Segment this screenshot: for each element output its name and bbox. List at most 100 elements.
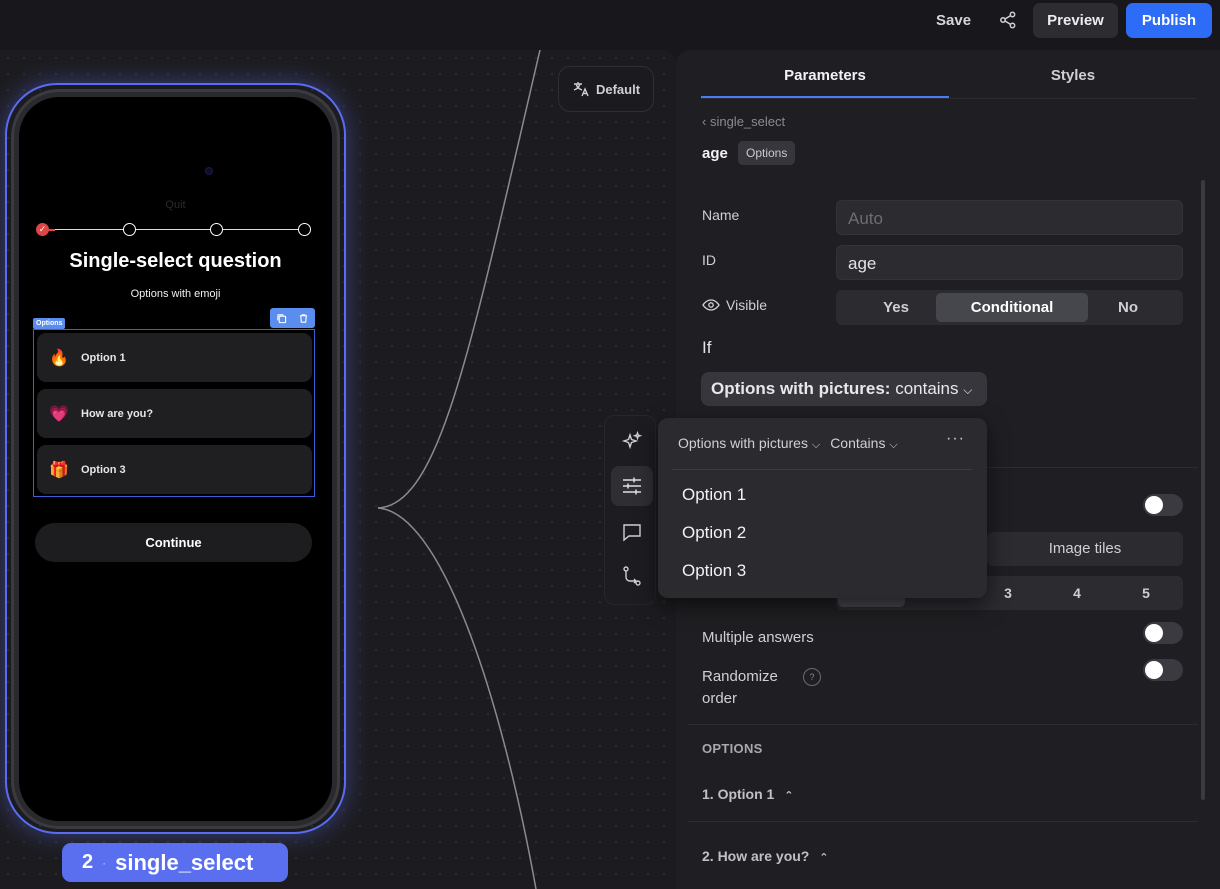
progress-step [210, 223, 223, 236]
randomize-toggle[interactable] [1143, 659, 1183, 681]
fire-icon: 🔥 [49, 349, 69, 367]
phone-screen[interactable]: Quit ✓ Single-select question Options wi… [19, 97, 332, 821]
multiple-answers-toggle[interactable] [1143, 622, 1183, 644]
chevron-down-icon: ⌵ [963, 383, 973, 397]
options-block[interactable]: 🔥 Option 1 💗 How are you? 🎁 Option 3 [33, 329, 315, 497]
progress-step [123, 223, 136, 236]
translate-icon [573, 82, 589, 97]
option-row[interactable]: 2. How are you? ⌃ [702, 848, 828, 864]
element-name: age [702, 145, 728, 162]
columns-3[interactable]: 3 [988, 576, 1028, 610]
progress-bar: ✓ [36, 222, 311, 238]
option-item[interactable]: 🎁 Option 3 [37, 445, 312, 494]
save-button[interactable]: Save [924, 8, 983, 34]
option-row-label: 2. How are you? [702, 848, 810, 864]
breadcrumb-label: single_select [709, 114, 786, 129]
question-subtitle[interactable]: Options with emoji [19, 288, 332, 300]
option-row-label: 1. Option 1 [702, 786, 775, 802]
language-label: Default [595, 81, 641, 97]
share-icon[interactable] [993, 6, 1023, 34]
section-divider [688, 724, 1198, 725]
id-input[interactable]: age [836, 245, 1183, 280]
visible-conditional[interactable]: Conditional [936, 293, 1088, 322]
columns-5[interactable]: 5 [1126, 576, 1166, 610]
popup-option-1[interactable]: Option 1 [682, 485, 746, 505]
option-item[interactable]: 🔥 Option 1 [37, 333, 312, 382]
continue-button[interactable]: Continue [35, 523, 312, 562]
publish-button[interactable]: Publish [1126, 3, 1212, 38]
gift-icon: 🎁 [49, 461, 69, 479]
columns-4[interactable]: 4 [1057, 576, 1097, 610]
node-name: single_select [115, 849, 254, 875]
panel-scrollbar[interactable] [1201, 180, 1205, 800]
tab-parameters[interactable]: Parameters [701, 64, 949, 98]
option-label: Option 3 [81, 463, 126, 476]
chevron-left-icon: ‹ [702, 114, 710, 129]
multiple-answers-label: Multiple answers [702, 629, 814, 646]
popup-operator-select[interactable]: Contains ⌵ [830, 435, 898, 452]
ai-sparkle-button[interactable] [611, 422, 653, 462]
question-title[interactable]: Single-select question [19, 250, 332, 273]
eye-icon [702, 299, 720, 311]
condition-chip[interactable]: Options with pictures: contains ⌵ [701, 372, 987, 406]
popup-option-3[interactable]: Option 3 [682, 561, 746, 581]
visible-segmented-control: Yes Conditional No [836, 290, 1183, 325]
condition-operator: contains [895, 379, 959, 398]
branch-icon [623, 566, 641, 586]
chevron-up-icon: ⌃ [819, 852, 829, 864]
element-type-badge: Options [738, 141, 796, 165]
if-label: If [702, 338, 712, 357]
top-bar: Save Preview Publish [0, 0, 1220, 50]
preview-button[interactable]: Preview [1033, 3, 1118, 38]
progress-step [298, 223, 311, 236]
display-image-tiles[interactable]: Image tiles [987, 532, 1183, 566]
chevron-down-icon: ⌵ [811, 439, 821, 451]
display-mode-control[interactable]: Image tiles [987, 532, 1183, 566]
name-label: Name [702, 207, 740, 223]
popup-operator-label: Contains [830, 435, 886, 451]
comment-button[interactable] [611, 512, 653, 552]
breadcrumb[interactable]: ‹ single_select [702, 114, 785, 129]
parameters-button[interactable] [611, 466, 653, 506]
element-side-toolbar [604, 415, 656, 605]
node-number: 2 [82, 851, 94, 873]
sparkle-icon [621, 431, 643, 450]
duplicate-icon[interactable] [276, 313, 287, 324]
hidden-setting-toggle[interactable] [1143, 494, 1183, 516]
visible-no[interactable]: No [1076, 293, 1180, 322]
chevron-up-icon: ⌃ [784, 790, 794, 802]
progress-line [50, 229, 308, 230]
option-label: Option 1 [81, 351, 126, 364]
sliders-icon [623, 477, 641, 495]
language-button[interactable]: Default [558, 66, 654, 112]
visible-label-row: Visible [702, 297, 767, 313]
condition-field: Options with pictures: [711, 379, 891, 398]
tab-divider [701, 98, 1197, 99]
visible-label: Visible [726, 297, 767, 313]
section-divider [688, 821, 1198, 822]
help-icon[interactable]: ? [803, 668, 821, 686]
trash-icon[interactable] [298, 313, 309, 324]
popup-option-2[interactable]: Option 2 [682, 523, 746, 543]
options-section-title: OPTIONS [702, 741, 763, 756]
popup-field-select[interactable]: Options with pictures ⌵ [678, 435, 820, 452]
screen-node-label[interactable]: 2 · single_select [62, 843, 288, 882]
node-separator: · [102, 855, 107, 870]
message-icon [623, 524, 641, 542]
popup-divider [672, 469, 972, 470]
progress-step-done: ✓ [36, 223, 49, 236]
tab-styles[interactable]: Styles [949, 64, 1197, 98]
popup-header: Options with pictures ⌵ Contains ⌵ [678, 435, 898, 452]
logic-button[interactable] [611, 556, 653, 596]
chevron-down-icon: ⌵ [889, 439, 898, 451]
camera-dot [205, 167, 213, 175]
option-row[interactable]: 1. Option 1 ⌃ [702, 786, 793, 802]
more-icon[interactable]: ··· [946, 430, 965, 448]
randomize-label: Randomize order [702, 668, 778, 707]
quit-link[interactable]: Quit [19, 199, 332, 211]
option-item[interactable]: 💗 How are you? [37, 389, 312, 438]
option-label: How are you? [81, 407, 154, 420]
name-input[interactable]: Auto [836, 200, 1183, 235]
options-block-toolbar [270, 308, 315, 328]
heart-icon: 💗 [49, 405, 69, 423]
